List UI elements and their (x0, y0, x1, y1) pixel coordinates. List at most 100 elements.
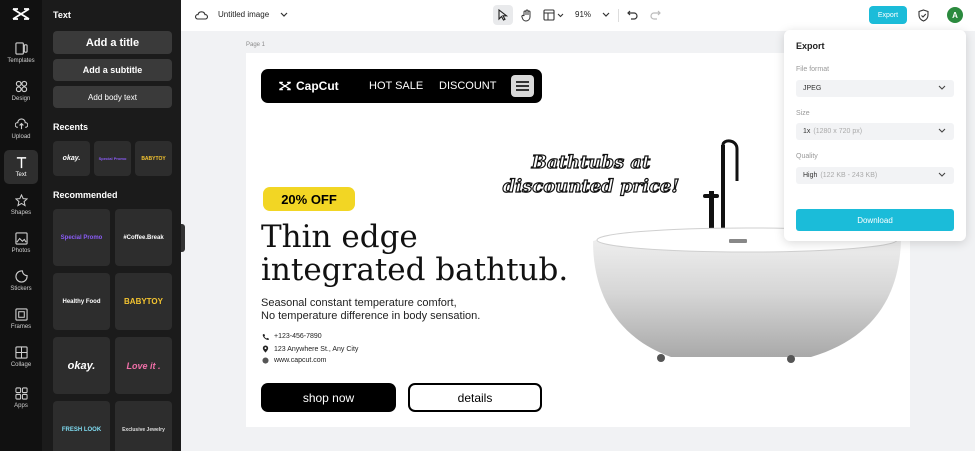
brand-name: CapCut (296, 79, 339, 93)
phone-icon (262, 333, 269, 340)
text-icon (16, 157, 26, 169)
quality-value: High (803, 172, 818, 179)
recommended-item[interactable]: okay. (53, 337, 110, 394)
recommended-item[interactable]: FRESH LOOK (53, 401, 110, 451)
size-select[interactable]: 1x (1280 x 720 px) (796, 123, 954, 140)
shop-now-button[interactable]: shop now (261, 383, 396, 412)
page-label: Page 1 (246, 42, 266, 48)
top-bar: Untitled image 91% Export A (181, 0, 975, 31)
rail-item-templates[interactable]: Templates (4, 36, 38, 70)
recent-item[interactable]: Special Promo (94, 141, 131, 176)
layout-menu-button[interactable] (543, 8, 565, 22)
undo-button[interactable] (625, 8, 639, 22)
export-panel-title: Export (796, 41, 825, 51)
zoom-chevron-down-icon[interactable] (601, 10, 611, 20)
globe-icon (262, 357, 269, 364)
templates-icon (14, 42, 28, 55)
website-text: www.capcut.com (274, 357, 327, 364)
menu-icon[interactable] (511, 75, 534, 97)
add-title-button[interactable]: Add a title (53, 31, 172, 54)
contact-address[interactable]: 123 Anywhere St., Any City (262, 345, 358, 353)
layout-icon (543, 9, 564, 21)
size-value: 1x (803, 128, 811, 135)
recent-item[interactable]: BABYTOY (135, 141, 172, 176)
export-button[interactable]: Export (869, 6, 907, 24)
recommended-item-text: Healthy Food (62, 298, 101, 305)
rail-item-label: Shapes (10, 210, 32, 216)
file-format-value: JPEG (803, 85, 822, 92)
location-pin-icon (262, 345, 269, 353)
capcut-logo-icon[interactable] (12, 7, 30, 21)
chevron-down-icon (938, 85, 946, 90)
discount-badge[interactable]: 20% OFF (263, 187, 355, 211)
subheadline[interactable]: Seasonal constant temperature comfort, N… (261, 297, 480, 323)
undo-icon (626, 10, 638, 20)
cloud-sync-icon[interactable] (194, 8, 208, 22)
capcut-logo-icon (278, 81, 292, 91)
rail-item-text[interactable]: Text (4, 150, 38, 184)
rail-item-label: Design (11, 96, 31, 102)
rail-item-label: Apps (14, 403, 28, 409)
rail-item-apps[interactable]: Apps (4, 381, 38, 415)
select-tool-button[interactable] (493, 5, 513, 25)
recommended-item-text: Exclusive Jewelry (122, 426, 165, 433)
cursor-icon (498, 9, 508, 21)
recommended-item[interactable]: Special Promo (53, 209, 110, 266)
chevron-down-icon[interactable] (279, 10, 289, 20)
rail-item-label: Stickers (10, 286, 32, 292)
address-text: 123 Anywhere St., Any City (274, 345, 359, 353)
recommended-item[interactable]: #Coffee.Break (115, 209, 172, 266)
collage-icon (14, 346, 28, 359)
rail-item-photos[interactable]: Photos (4, 226, 38, 260)
file-format-select[interactable]: JPEG (796, 80, 954, 97)
download-button[interactable]: Download (796, 209, 954, 231)
contact-website[interactable]: www.capcut.com (262, 357, 327, 364)
rail-item-shapes[interactable]: Shapes (4, 188, 38, 222)
icon-rail: Templates Design Upload Text Shapes Phot… (0, 0, 42, 451)
rail-item-design[interactable]: Design (4, 74, 38, 108)
recommended-item[interactable]: BABYTOY (115, 273, 172, 330)
zoom-level[interactable]: 91% (575, 10, 591, 19)
redo-button[interactable] (648, 8, 662, 22)
recommended-item-text: Love it . (126, 360, 161, 371)
upload-icon (14, 118, 28, 130)
hand-icon (521, 9, 531, 22)
nav-item-hot-sale[interactable]: HOT SALE (369, 80, 423, 92)
recent-item-text: BABYTOY (141, 155, 166, 162)
nav-item-discount[interactable]: DISCOUNT (439, 80, 496, 92)
apps-icon (14, 387, 28, 400)
recommended-item[interactable]: Healthy Food (53, 273, 110, 330)
recommended-item[interactable]: Exclusive Jewelry (115, 401, 172, 451)
design-icon (15, 80, 27, 93)
headline[interactable]: Thin edge integrated bathtub. (261, 221, 568, 287)
document-title[interactable]: Untitled image (218, 10, 269, 19)
details-button[interactable]: details (408, 383, 542, 412)
panel-title: Text (53, 10, 71, 20)
recommended-item-text: BABYTOY (124, 297, 163, 306)
recent-item-text: okay. (62, 155, 81, 162)
rail-item-frames[interactable]: Frames (4, 302, 38, 336)
add-subtitle-button[interactable]: Add a subtitle (53, 59, 172, 81)
add-body-text-button[interactable]: Add body text (53, 86, 172, 108)
recent-item-text: Special Promo (98, 156, 127, 161)
recommended-item[interactable]: Love it . (115, 337, 172, 394)
collapse-panel-handle[interactable] (181, 224, 185, 252)
recents-heading: Recents (53, 122, 89, 132)
size-hint: (1280 x 720 px) (813, 128, 863, 135)
contact-phone[interactable]: +123-456-7890 (262, 333, 322, 340)
redo-icon (649, 10, 661, 20)
recent-item[interactable]: okay. (53, 141, 90, 176)
rail-item-label: Collage (10, 362, 32, 368)
shapes-icon (14, 194, 28, 207)
headline-line: integrated bathtub. (261, 252, 569, 288)
recommended-item-text: FRESH LOOK (61, 426, 102, 433)
rail-item-stickers[interactable]: Stickers (4, 264, 38, 298)
banner-navbar[interactable]: CapCut HOT SALE DISCOUNT (261, 69, 542, 103)
shield-icon[interactable] (916, 8, 930, 22)
quality-select[interactable]: High (122 KB - 243 KB) (796, 167, 954, 184)
avatar[interactable]: A (947, 7, 963, 23)
photos-icon (14, 232, 28, 245)
hand-tool-button[interactable] (519, 6, 535, 24)
rail-item-upload[interactable]: Upload (4, 112, 38, 146)
rail-item-collage[interactable]: Collage (4, 340, 38, 374)
